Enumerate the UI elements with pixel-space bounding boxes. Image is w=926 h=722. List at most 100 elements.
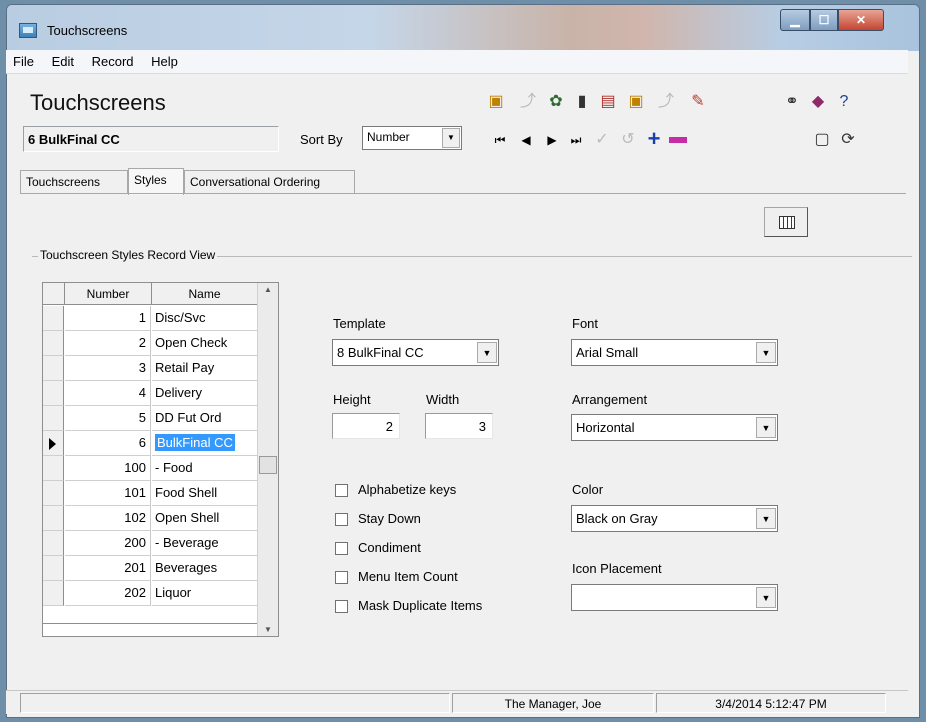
cell-number[interactable]: 100 <box>65 456 151 481</box>
styles-grid[interactable]: Number Name 1 Disc/Svc 2 Open Check 3 Retail … <box>42 282 279 637</box>
chevron-down-icon[interactable]: ▼ <box>756 508 776 529</box>
tab-styles[interactable]: Styles <box>128 168 184 195</box>
color-select[interactable]: Black on Gray ▼ <box>571 505 778 532</box>
table-row[interactable]: 202 Liquor <box>43 581 257 606</box>
chevron-down-icon[interactable]: ▼ <box>477 342 497 363</box>
row-selector[interactable] <box>43 556 64 581</box>
cell-name[interactable]: Food Shell <box>152 481 257 506</box>
stay-down-checkbox[interactable] <box>335 513 348 526</box>
cell-name[interactable]: Open Shell <box>152 506 257 531</box>
column-header-name[interactable]: Name <box>152 283 257 305</box>
tab-conversational-ordering[interactable]: Conversational Ordering <box>184 170 355 194</box>
chevron-down-icon[interactable]: ▼ <box>756 342 776 363</box>
table-row[interactable]: 100 - Food <box>43 456 257 481</box>
table-row[interactable]: 3 Retail Pay <box>43 356 257 381</box>
cell-number[interactable]: 5 <box>65 406 151 431</box>
minimize-button[interactable]: ▁ <box>780 9 810 31</box>
menu-record[interactable]: Record <box>85 50 141 69</box>
table-row[interactable]: 1 Disc/Svc <box>43 306 257 331</box>
undo-disabled-icon[interactable]: ↺ <box>618 130 638 150</box>
next-icon[interactable]: ▶ <box>542 130 562 150</box>
column-header-number[interactable]: Number <box>65 283 152 305</box>
sort-by-select[interactable]: Number ▼ <box>362 126 462 150</box>
cell-number[interactable]: 102 <box>65 506 151 531</box>
scroll-thumb[interactable] <box>259 456 277 474</box>
close-button[interactable]: ✕ <box>838 9 884 31</box>
find-record-icon[interactable]: ▣ <box>486 92 506 112</box>
pencil-icon[interactable]: ✎ <box>688 92 708 112</box>
table-row[interactable]: 102 Open Shell <box>43 506 257 531</box>
binoculars-icon[interactable]: ⚭ <box>782 92 802 112</box>
row-selector[interactable] <box>43 531 64 556</box>
cell-name[interactable]: Retail Pay <box>152 356 257 381</box>
width-field[interactable]: 3 <box>425 413 493 439</box>
cell-number[interactable]: 101 <box>65 481 151 506</box>
table-row[interactable]: 201 Beverages <box>43 556 257 581</box>
cell-name[interactable]: Beverages <box>152 556 257 581</box>
find-icon[interactable]: ▣ <box>626 92 646 112</box>
cell-number[interactable]: 201 <box>65 556 151 581</box>
cell-number[interactable]: 200 <box>65 531 151 556</box>
first-icon[interactable]: ⏮ <box>490 130 510 150</box>
cell-number[interactable]: 6 <box>65 431 151 456</box>
grid-scrollbar[interactable]: ▲ ▼ <box>257 283 278 636</box>
font-select[interactable]: Arial Small ▼ <box>571 339 778 366</box>
scroll-up-icon[interactable]: ▲ <box>258 285 278 294</box>
chevron-down-icon[interactable]: ▼ <box>756 587 776 608</box>
cell-number[interactable]: 1 <box>65 306 151 331</box>
help-pointer-icon[interactable]: ? <box>834 92 854 112</box>
condiment-checkbox[interactable] <box>335 542 348 555</box>
book-icon[interactable]: ◆ <box>808 92 828 112</box>
delete-icon[interactable]: ▮ <box>572 92 592 112</box>
chevron-down-icon[interactable]: ▼ <box>442 128 460 148</box>
prev-icon[interactable]: ◀ <box>516 130 536 150</box>
cell-number[interactable]: 4 <box>65 381 151 406</box>
template-select[interactable]: 8 BulkFinal CC ▼ <box>332 339 499 366</box>
row-selector[interactable] <box>43 306 64 331</box>
menu-item-count-checkbox[interactable] <box>335 571 348 584</box>
maximize-button[interactable]: ☐ <box>810 9 838 31</box>
remove-icon[interactable] <box>668 130 688 150</box>
row-selector[interactable] <box>43 381 64 406</box>
paste-disabled-icon[interactable]: ⤴ <box>656 92 676 112</box>
cell-name[interactable]: BulkFinal CC <box>152 431 257 456</box>
row-selector[interactable] <box>43 356 64 381</box>
row-selector[interactable] <box>43 506 64 531</box>
row-selector[interactable] <box>43 431 64 456</box>
height-field[interactable]: 2 <box>332 413 400 439</box>
menu-file[interactable]: File <box>6 50 41 69</box>
cell-number[interactable]: 2 <box>65 331 151 356</box>
cell-number[interactable]: 3 <box>65 356 151 381</box>
cell-name[interactable]: Liquor <box>152 581 257 606</box>
row-selector[interactable] <box>43 581 64 606</box>
edit-disabled-icon[interactable]: ✓ <box>592 130 612 150</box>
scroll-down-icon[interactable]: ▼ <box>258 625 278 634</box>
cell-name[interactable]: Disc/Svc <box>152 306 257 331</box>
menu-edit[interactable]: Edit <box>45 50 81 69</box>
icon-placement-select[interactable]: ▼ <box>571 584 778 611</box>
row-selector[interactable] <box>43 456 64 481</box>
add-icon[interactable]: + <box>644 128 664 150</box>
cell-name[interactable]: Delivery <box>152 381 257 406</box>
table-row[interactable]: 101 Food Shell <box>43 481 257 506</box>
last-icon[interactable]: ⏭ <box>566 130 586 150</box>
cell-name[interactable]: - Beverage <box>152 531 257 556</box>
new-record-icon[interactable]: ▤ <box>598 92 618 112</box>
chevron-down-icon[interactable]: ▼ <box>756 417 776 438</box>
table-row[interactable]: 4 Delivery <box>43 381 257 406</box>
copy-disabled-icon[interactable]: ⤴ <box>518 92 538 112</box>
row-selector[interactable] <box>43 331 64 356</box>
table-row[interactable]: 6 BulkFinal CC <box>43 431 257 456</box>
arrangement-select[interactable]: Horizontal ▼ <box>571 414 778 441</box>
table-row[interactable]: 200 - Beverage <box>43 531 257 556</box>
tab-touchscreens[interactable]: Touchscreens <box>20 170 128 194</box>
row-selector[interactable] <box>43 406 64 431</box>
mask-duplicate-items-checkbox[interactable] <box>335 600 348 613</box>
calendar-button[interactable] <box>764 207 808 237</box>
alphabetize-keys-checkbox[interactable] <box>335 484 348 497</box>
row-selector[interactable] <box>43 481 64 506</box>
cell-number[interactable]: 202 <box>65 581 151 606</box>
cell-name[interactable]: Open Check <box>152 331 257 356</box>
window-icon[interactable]: ▢ <box>812 130 832 150</box>
wizard-icon[interactable]: ✿ <box>546 92 566 112</box>
